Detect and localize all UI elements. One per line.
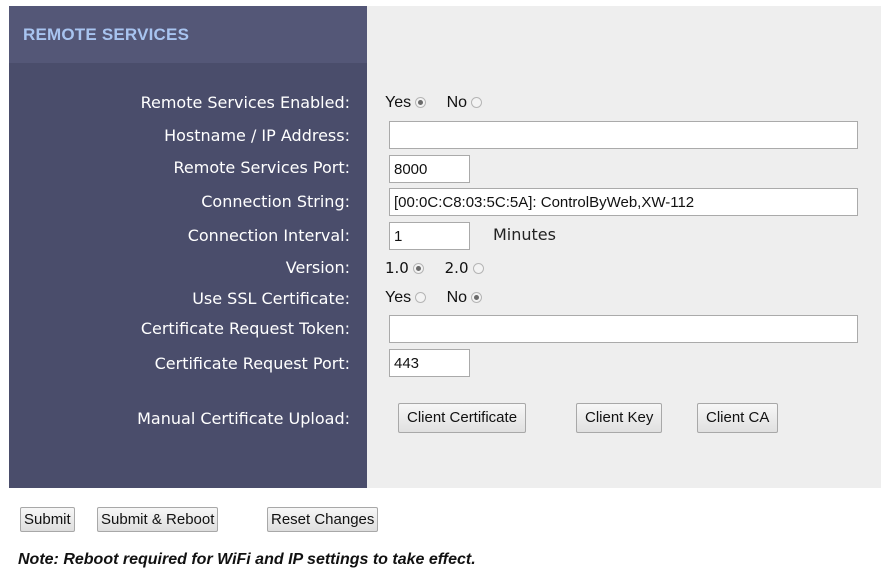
- version-2-radio[interactable]: [472, 263, 484, 274]
- cert-port-input[interactable]: [389, 349, 470, 377]
- reset-changes-button[interactable]: Reset Changes: [267, 507, 379, 532]
- use-ssl-radios: Yes No: [385, 289, 498, 307]
- port-input[interactable]: [389, 155, 470, 183]
- reboot-note: Note: Reboot required for WiFi and IP se…: [18, 551, 476, 568]
- connection-string-label: Connection String:: [201, 192, 350, 211]
- manual-upload-label: Manual Certificate Upload:: [137, 409, 350, 428]
- hostname-input[interactable]: [389, 121, 858, 149]
- remote-enabled-no-option[interactable]: No: [446, 94, 483, 112]
- hostname-label: Hostname / IP Address:: [164, 126, 350, 145]
- connection-interval-unit: Minutes: [493, 225, 556, 244]
- version-1-radio[interactable]: [412, 263, 424, 274]
- port-label: Remote Services Port:: [173, 158, 350, 177]
- cert-token-label: Certificate Request Token:: [140, 319, 350, 338]
- remote-enabled-yes-option[interactable]: Yes: [385, 94, 427, 112]
- remote-enabled-no-label: No: [446, 94, 468, 111]
- use-ssl-no-radio[interactable]: [471, 292, 483, 303]
- connection-string-input[interactable]: [389, 188, 858, 216]
- remote-enabled-label: Remote Services Enabled:: [140, 93, 350, 112]
- version-2-option[interactable]: 2.0: [445, 259, 484, 277]
- cert-token-input[interactable]: [389, 315, 858, 343]
- remote-enabled-yes-label: Yes: [385, 94, 412, 111]
- client-ca-button[interactable]: Client CA: [697, 403, 779, 433]
- use-ssl-no-option[interactable]: No: [446, 289, 483, 307]
- cert-port-label: Certificate Request Port:: [154, 354, 350, 373]
- use-ssl-yes-radio[interactable]: [415, 292, 427, 303]
- section-title: REMOTE SERVICES: [9, 6, 367, 63]
- version-radios: 1.0 2.0: [385, 259, 500, 277]
- submit-button[interactable]: Submit: [20, 507, 75, 532]
- version-1-label: 1.0: [385, 259, 409, 277]
- remote-enabled-no-radio[interactable]: [471, 97, 483, 108]
- use-ssl-yes-option[interactable]: Yes: [385, 289, 427, 307]
- remote-enabled-yes-radio[interactable]: [415, 97, 427, 108]
- client-key-button[interactable]: Client Key: [576, 403, 663, 433]
- version-2-label: 2.0: [444, 259, 469, 277]
- remote-enabled-radios: Yes No: [385, 94, 498, 112]
- use-ssl-yes-label: Yes: [385, 289, 412, 306]
- connection-interval-label: Connection Interval:: [187, 226, 350, 245]
- submit-reboot-button[interactable]: Submit & Reboot: [97, 507, 219, 532]
- version-1-option[interactable]: 1.0: [385, 259, 424, 277]
- client-certificate-button[interactable]: Client Certificate: [398, 403, 527, 433]
- connection-interval-input[interactable]: [389, 222, 470, 250]
- use-ssl-label: Use SSL Certificate:: [192, 289, 350, 308]
- use-ssl-no-label: No: [446, 289, 468, 306]
- version-label: Version:: [285, 258, 350, 277]
